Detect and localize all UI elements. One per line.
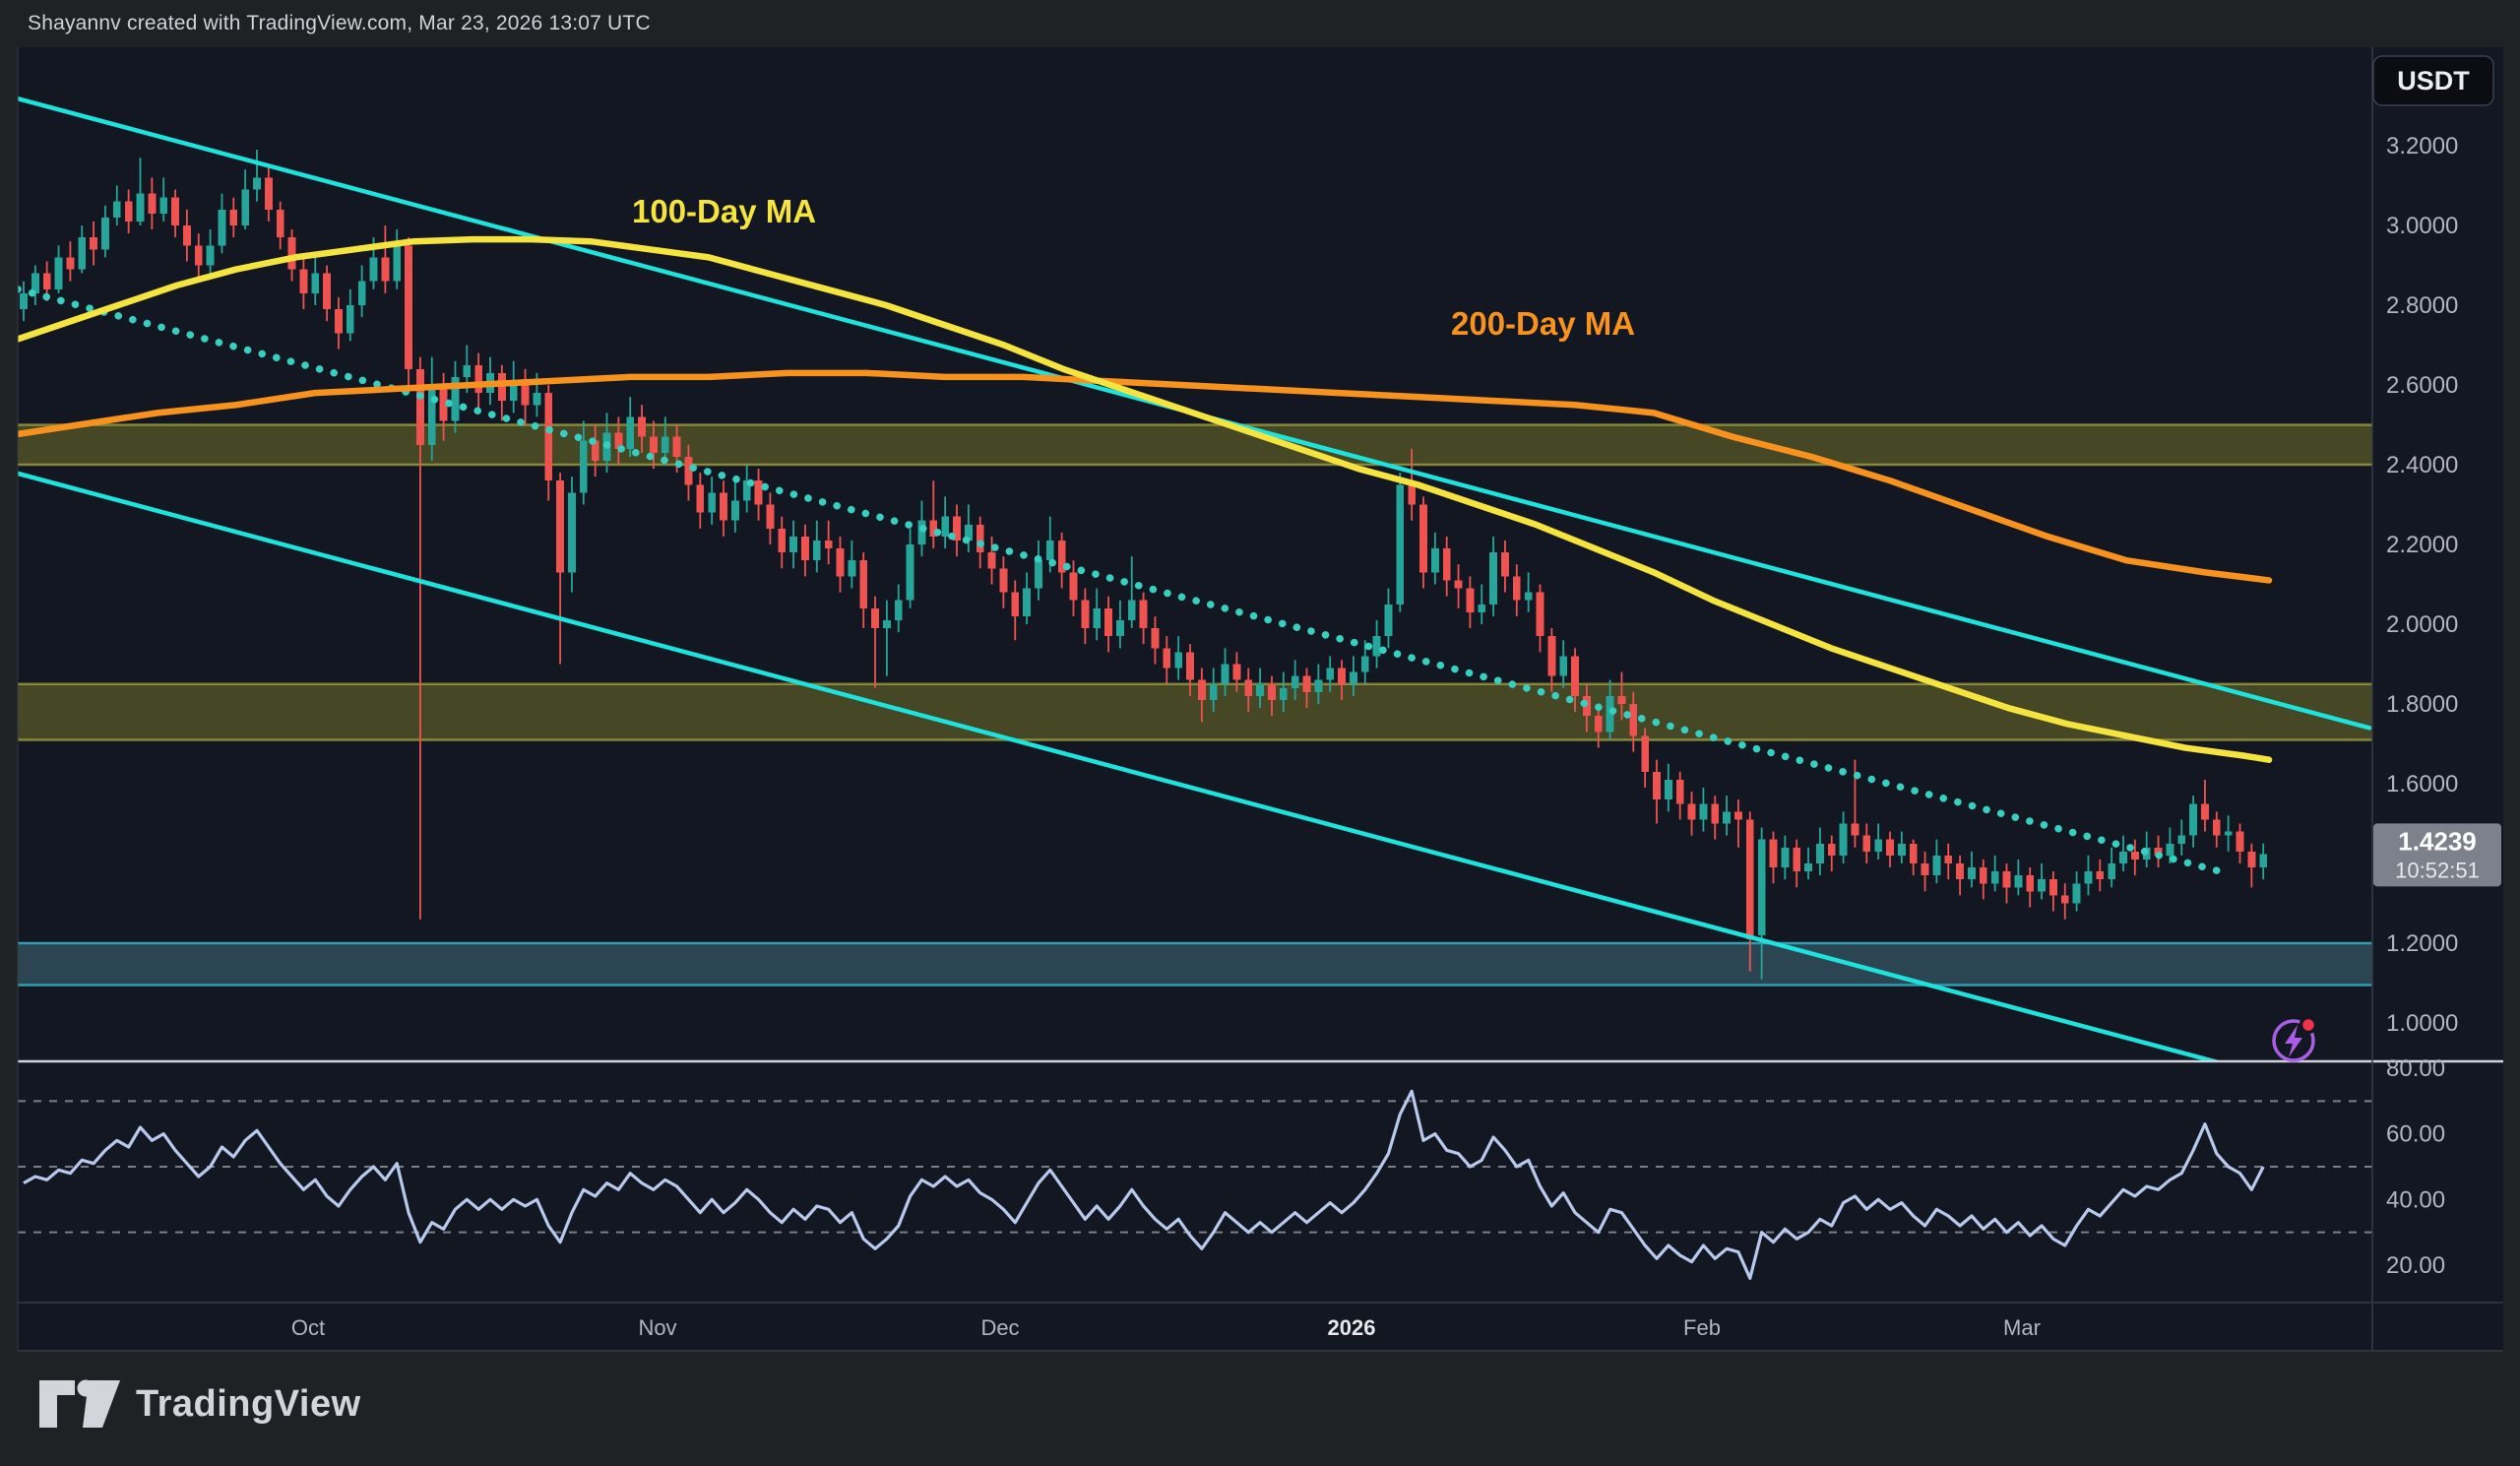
- time-tick-label: Mar: [2003, 1315, 2041, 1340]
- price-tick-label: 1.6000: [2386, 771, 2458, 797]
- price-tick-label: 2.2000: [2386, 532, 2458, 558]
- zone-low-support-zone: [18, 943, 2372, 986]
- rsi-tick-label: 80.00: [2386, 1055, 2445, 1082]
- price-chart[interactable]: 3.2000 3.0000 2.8000 2.6000 2.4000 2.2000 2.00…: [0, 0, 2520, 1466]
- time-tick-label: Feb: [1683, 1315, 1721, 1340]
- time-tick-label: Nov: [638, 1315, 676, 1340]
- price-tick-label: 3.2000: [2386, 133, 2458, 159]
- symbol-currency-badge: USDT: [2373, 56, 2493, 105]
- tradingview-logo-text: TradingView: [136, 1383, 361, 1426]
- candle: [1396, 473, 1404, 612]
- tradingview-screenshot: Shayannv created with TradingView.com, M…: [0, 0, 2520, 1466]
- price-tick-label: 2.0000: [2386, 611, 2458, 638]
- price-tick-label: 1.8000: [2386, 691, 2458, 718]
- rsi-tick-label: 60.00: [2386, 1121, 2445, 1148]
- tradingview-logo-icon: [37, 1378, 122, 1430]
- current-price-badge: 1.423910:52:51: [2373, 823, 2501, 886]
- current-price-value: 1.4239: [2398, 826, 2477, 856]
- rsi-tick-label: 20.00: [2386, 1252, 2445, 1279]
- price-tick-label: 2.8000: [2386, 292, 2458, 319]
- zone-resistance-zone: [18, 425, 2372, 466]
- candle: [405, 237, 412, 385]
- price-tick-label: 1.2000: [2386, 930, 2458, 957]
- time-tick-label: Dec: [980, 1315, 1019, 1340]
- ma200-annotation: 200-Day MA: [1451, 305, 1635, 343]
- notification-dot: [2301, 1018, 2316, 1033]
- time-tick-label: Oct: [291, 1315, 325, 1340]
- price-tick-label: 3.0000: [2386, 213, 2458, 239]
- ma100-annotation: 100-Day MA: [632, 193, 816, 230]
- price-tick-label: 2.4000: [2386, 452, 2458, 478]
- bar-countdown: 10:52:51: [2395, 858, 2480, 882]
- rsi-tick-label: 40.00: [2386, 1186, 2445, 1213]
- price-tick-label: 2.6000: [2386, 372, 2458, 399]
- svg-text:USDT: USDT: [2397, 66, 2470, 96]
- time-tick-label: 2026: [1328, 1315, 1376, 1340]
- price-tick-label: 1.0000: [2386, 1010, 2458, 1037]
- tradingview-watermark[interactable]: TradingView: [37, 1378, 361, 1430]
